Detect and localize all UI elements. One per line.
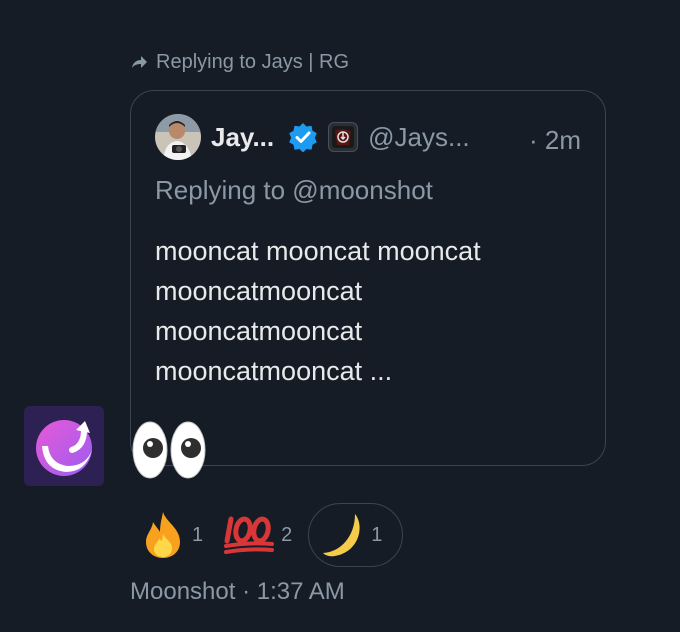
hundred-points-icon	[224, 516, 275, 554]
author-handle[interactable]: @Jays...	[368, 122, 470, 153]
eyes-emoji	[130, 420, 210, 480]
tweet-text-line: mooncatmooncat ...	[155, 356, 393, 386]
quoted-tweet-text: mooncat mooncat mooncat mooncatmooncat m…	[155, 231, 585, 391]
tweet-timestamp[interactable]: · 2m	[529, 125, 581, 156]
reply-arrow-icon	[130, 53, 148, 71]
quoted-tweet-card[interactable]: Jay... @Jays... · 2m Replying to @moonsh…	[130, 90, 606, 466]
reaction-count: 1	[371, 523, 383, 546]
reply-header[interactable]: Replying to Jays | RG	[130, 48, 349, 76]
author-avatar[interactable]	[155, 114, 201, 160]
reaction-crescent-moon[interactable]: 1	[308, 503, 404, 567]
message-footer: Moonshot · 1:37 AM	[130, 578, 345, 605]
reply-header-text: Replying to Jays | RG	[156, 50, 350, 73]
verified-badge-icon	[289, 123, 317, 152]
fire-emoji-icon	[146, 512, 180, 558]
author-name[interactable]: Jay...	[211, 122, 274, 153]
crescent-moon-icon	[323, 514, 360, 557]
replying-to-line: Replying to @moonshot	[155, 175, 433, 205]
quoted-author-row: Jay... @Jays...	[155, 114, 470, 160]
tweet-text-line: mooncatmooncat	[155, 276, 363, 306]
reactions-bar: 1 2 1	[130, 500, 404, 570]
moonshot-logo-icon[interactable]	[24, 406, 104, 486]
reaction-fire[interactable]: 1	[130, 503, 213, 567]
reaction-hundred[interactable]: 2	[213, 503, 302, 567]
tweet-text-line: mooncatmooncat	[155, 316, 363, 346]
tweet-text-line: mooncat mooncat mooncat	[155, 236, 481, 266]
reaction-count: 1	[192, 523, 204, 546]
reaction-count: 2	[281, 523, 293, 546]
affiliate-badge-icon[interactable]	[328, 122, 359, 152]
